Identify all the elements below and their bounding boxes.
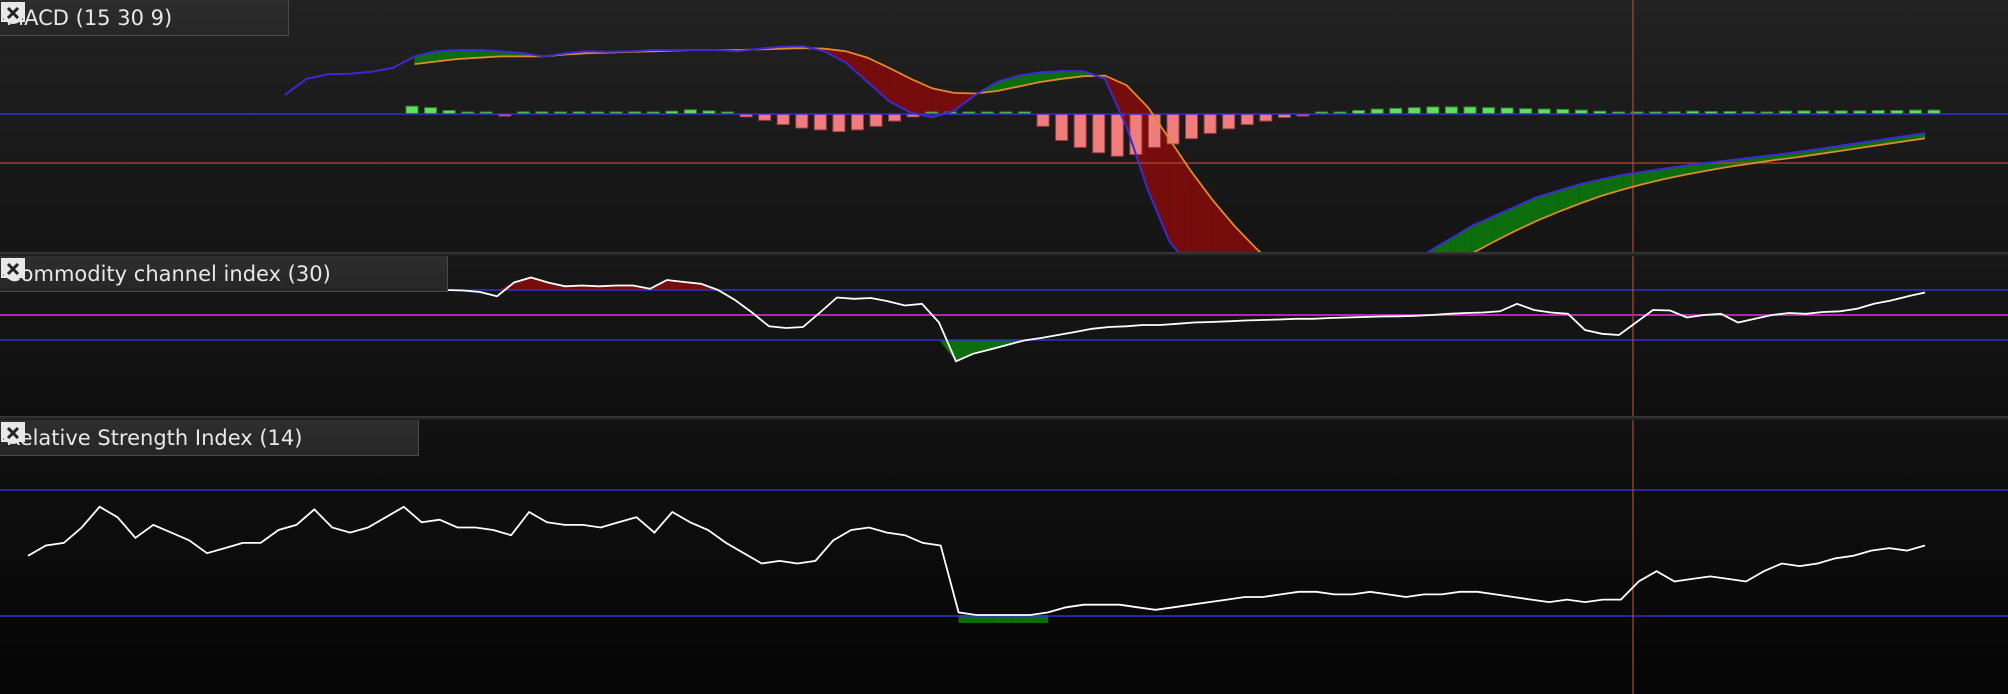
histogram-bar — [424, 107, 438, 115]
window-icon[interactable] — [1, 2, 244, 32]
histogram-bar — [1129, 113, 1143, 155]
histogram-bar — [888, 113, 902, 122]
histogram-bar — [1463, 106, 1477, 115]
histogram-bar — [1073, 113, 1087, 148]
histogram-bar — [813, 113, 827, 131]
histogram-bar — [1092, 113, 1106, 154]
histogram-bar — [1407, 107, 1421, 115]
histogram-bar — [1055, 113, 1069, 141]
histogram-bar — [1203, 113, 1217, 134]
panel-background — [0, 0, 2008, 252]
histogram-bar — [1110, 113, 1124, 157]
histogram-bar — [1222, 113, 1236, 130]
histogram-bar — [795, 113, 809, 129]
histogram-bar — [1482, 107, 1496, 115]
histogram-bar — [1444, 106, 1458, 115]
macd-legend: MACD (15 30 9) — [0, 0, 290, 36]
histogram-bar — [1185, 113, 1199, 140]
rsi-panel: Relative Strength Index (14) — [0, 420, 2008, 694]
wrench-icon[interactable] — [3, 258, 367, 288]
histogram-bar — [776, 113, 790, 126]
panel-background — [0, 420, 2008, 694]
histogram-bar — [1147, 113, 1161, 148]
close-circle-icon[interactable] — [2, 258, 439, 288]
rsi-chart — [0, 420, 2008, 694]
histogram-bar — [1036, 113, 1050, 127]
histogram-bar — [1500, 107, 1514, 115]
window-icon[interactable] — [1, 422, 374, 452]
histogram-bar — [1240, 113, 1254, 126]
histogram-bar — [850, 113, 864, 131]
histogram-bar — [405, 105, 419, 115]
macd-chart — [0, 0, 2008, 252]
histogram-bar — [832, 113, 846, 133]
macd-panel: MACD (15 30 9) — [0, 0, 2008, 252]
close-circle-icon[interactable] — [2, 422, 410, 452]
wrench-icon[interactable] — [3, 2, 208, 32]
histogram-bar — [1389, 107, 1403, 115]
histogram-bar — [869, 113, 883, 127]
cci-panel: Commodity channel index (30) — [0, 256, 2008, 416]
histogram-bar — [758, 113, 772, 121]
rsi-title: Relative Strength Index (14) — [6, 425, 303, 450]
macd-title: MACD (15 30 9) — [6, 5, 173, 30]
close-circle-icon[interactable] — [2, 2, 280, 32]
rsi-legend: Relative Strength Index (14) — [0, 420, 420, 456]
histogram-bar — [1519, 108, 1533, 115]
cci-legend: Commodity channel index (30) — [0, 256, 448, 292]
cci-title: Commodity channel index (30) — [6, 261, 331, 286]
window-icon[interactable] — [1, 258, 403, 288]
histogram-bar — [1426, 106, 1440, 115]
histogram-bar — [1259, 113, 1273, 122]
wrench-icon[interactable] — [3, 422, 338, 452]
